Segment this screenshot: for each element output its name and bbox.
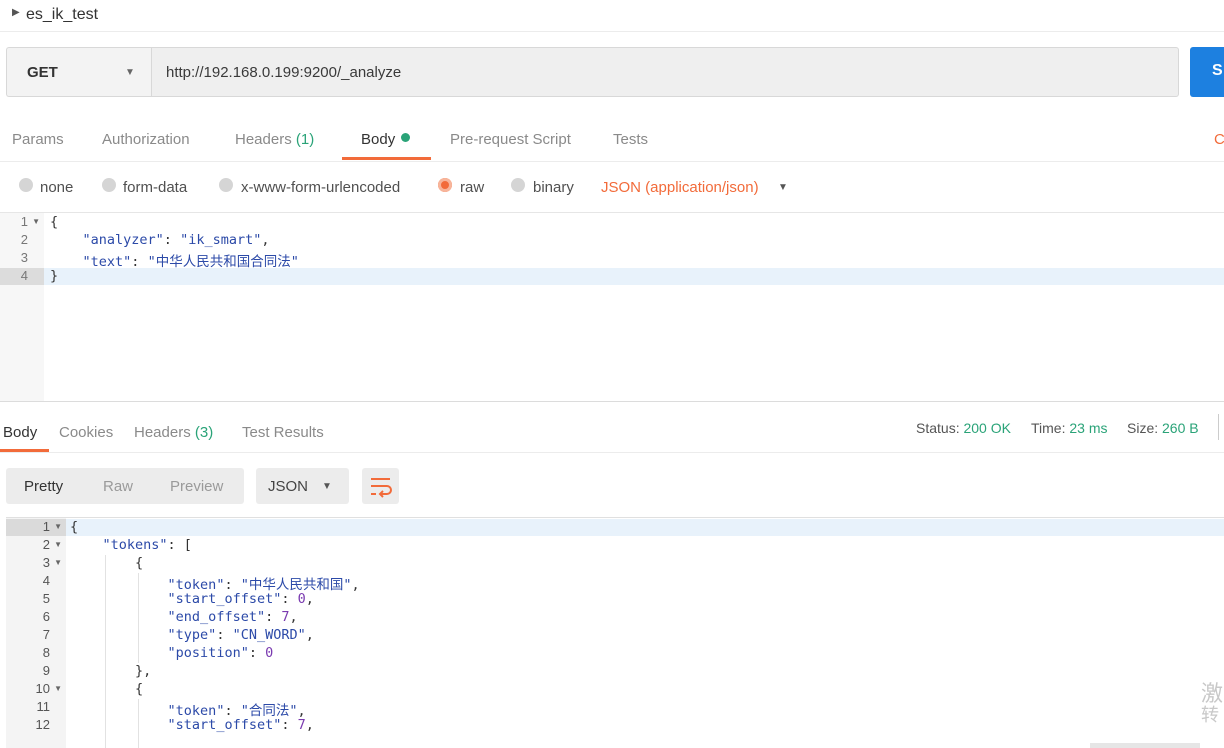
code-line: } [50, 268, 59, 284]
code-line: "type": "CN_WORD", [167, 627, 314, 643]
code-line: "start_offset": 0, [167, 591, 314, 607]
time-value: 23 ms [1069, 420, 1108, 436]
modified-dot-icon [401, 133, 411, 142]
url-input[interactable]: http://192.168.0.199:9200/_analyze [151, 47, 1179, 97]
send-label: S [1212, 62, 1223, 79]
view-raw-button[interactable]: Raw [103, 478, 133, 495]
url-text: http://192.168.0.199:9200/_analyze [166, 64, 402, 81]
response-headers-count: (3) [194, 424, 214, 441]
response-tab-headers[interactable]: Headers (3) [134, 424, 213, 441]
response-tab-test-results[interactable]: Test Results [242, 424, 324, 441]
size-readout: Size: 260 B [1127, 420, 1199, 436]
tab-prerequest-script[interactable]: Pre-request Script [450, 131, 571, 148]
fold-arrow-icon: ▼ [54, 522, 62, 531]
code-line: "start_offset": 7, [167, 717, 314, 733]
code-line: { [70, 519, 79, 535]
divider [0, 401, 1224, 402]
fold-arrow-icon: ▼ [54, 684, 62, 693]
radio-binary[interactable] [511, 178, 525, 192]
time-readout: Time: 23 ms [1031, 420, 1108, 436]
chevron-down-icon[interactable]: ▼ [778, 182, 788, 193]
code-line: "text": "中华人民共和国合同法" [82, 254, 299, 270]
radio-form-data-label[interactable]: form-data [123, 179, 187, 196]
active-line-highlight [66, 519, 1224, 536]
wrap-lines-button[interactable] [362, 468, 399, 504]
send-button[interactable]: S [1190, 47, 1224, 97]
response-tab-cookies[interactable]: Cookies [59, 424, 113, 441]
view-preview-button[interactable]: Preview [170, 478, 223, 495]
code-line: "position": 0 [167, 645, 274, 661]
divider [0, 161, 1224, 162]
fold-arrow-icon: ▼ [54, 558, 62, 567]
radio-urlencoded[interactable] [219, 178, 233, 192]
tab-body-label: Body [361, 131, 396, 148]
request-body-editor[interactable]: 1 ▼ 2 3 4 { "analyzer": "ik_smart", "text… [0, 213, 1224, 401]
radio-raw-label[interactable]: raw [460, 179, 484, 196]
active-tab-indicator [342, 157, 431, 160]
code-line: "token": "中华人民共和国", [167, 577, 360, 593]
active-line-highlight [44, 268, 1224, 285]
code-line: { [50, 214, 59, 230]
chevron-down-icon: ▼ [322, 481, 332, 492]
radio-raw[interactable] [438, 178, 452, 192]
tab-params[interactable]: Params [12, 131, 64, 148]
chevron-down-icon: ▼ [125, 67, 135, 78]
wrap-lines-icon [371, 478, 392, 498]
code-line: "tokens": [ [102, 537, 192, 553]
radio-urlencoded-label[interactable]: x-www-form-urlencoded [241, 179, 400, 196]
code-line: { [135, 555, 144, 571]
status-readout: Status: 200 OK [916, 420, 1011, 436]
response-headers-label: Headers [134, 424, 191, 441]
radio-binary-label[interactable]: binary [533, 179, 574, 196]
code-line: "end_offset": 7, [167, 609, 298, 625]
status-value: 200 OK [963, 420, 1011, 436]
fold-arrow-icon: ▼ [32, 217, 40, 226]
content-type-select[interactable]: JSON (application/json) [601, 179, 759, 196]
view-pretty-button[interactable]: Pretty [24, 478, 63, 495]
radio-none[interactable] [19, 178, 33, 192]
view-mode-group: Pretty Raw Preview [6, 468, 244, 504]
fold-arrow-icon: ▼ [54, 540, 62, 549]
response-body-viewer[interactable]: 1 ▼ 2 ▼ 3 ▼ 4 5 6 7 8 9 10 ▼ 11 12 { "tokens… [6, 517, 1224, 748]
radio-none-label[interactable]: none [40, 179, 73, 196]
code-line: "analyzer": "ik_smart", [82, 232, 270, 248]
watermark: 激转 [1201, 681, 1224, 726]
divider [1218, 414, 1219, 440]
cookies-link[interactable]: C [1214, 131, 1224, 148]
code-line: "token": "合同法", [167, 703, 306, 719]
request-title[interactable]: es_ik_test [26, 6, 98, 24]
radio-form-data[interactable] [102, 178, 116, 192]
size-value: 260 B [1162, 420, 1199, 436]
horizontal-scrollbar[interactable] [1090, 743, 1200, 748]
tab-body[interactable]: Body [361, 131, 411, 148]
method-select[interactable]: GET ▼ [6, 47, 152, 97]
tab-headers-label: Headers [235, 131, 292, 148]
headers-count-badge: (1) [295, 131, 315, 148]
caret-right-icon[interactable]: ▶ [12, 7, 20, 18]
collection-header: ▶ es_ik_test [0, 0, 1224, 32]
format-label: JSON [268, 478, 309, 495]
format-select[interactable]: JSON ▼ [256, 468, 349, 504]
tab-headers[interactable]: Headers (1) [235, 131, 314, 148]
code-line: { [135, 681, 144, 697]
response-tab-body[interactable]: Body [3, 424, 37, 441]
tab-tests[interactable]: Tests [613, 131, 648, 148]
divider [0, 452, 1224, 453]
code-line: }, [135, 663, 152, 679]
method-label: GET [27, 64, 58, 81]
tab-authorization[interactable]: Authorization [102, 131, 190, 148]
